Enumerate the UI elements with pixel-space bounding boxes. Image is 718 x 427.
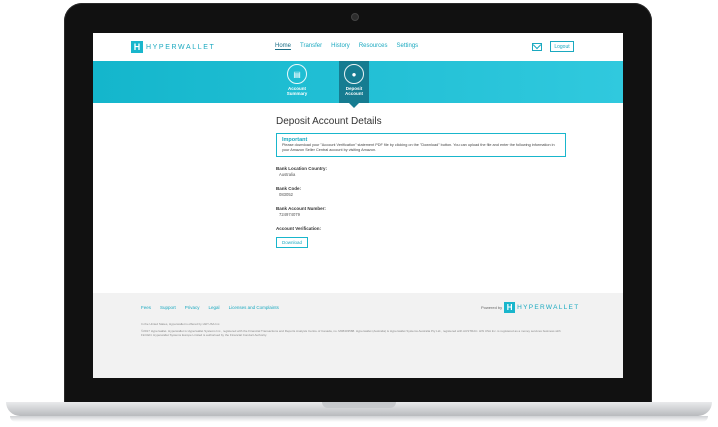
field-label: Bank Location Country:: [276, 166, 328, 171]
laptop-shadow: [10, 416, 708, 422]
notice-text: Please download your "Account Verificati…: [282, 143, 555, 152]
nav-history[interactable]: History: [331, 43, 350, 50]
powered-brand: HYPERWALLET: [517, 304, 580, 311]
footer-links: Fees Support Privacy Legal Licenses and …: [141, 305, 279, 310]
account-banner: ▤ Account Summary ● Deposit Account: [93, 61, 623, 108]
field-label: Account Verification:: [276, 226, 322, 231]
footer: Fees Support Privacy Legal Licenses and …: [93, 293, 623, 378]
download-button[interactable]: Download: [276, 237, 309, 248]
page-title: Deposit Account Details: [276, 116, 382, 127]
field-value: 083052: [279, 192, 293, 197]
header: H HYPERWALLET Home Transfer History Reso…: [93, 33, 623, 62]
footer-link-privacy[interactable]: Privacy: [185, 305, 200, 310]
brand-logo[interactable]: H HYPERWALLET: [131, 41, 215, 53]
camera-icon: [351, 13, 359, 21]
footer-link-licenses[interactable]: Licenses and Complaints: [229, 305, 279, 310]
nav-settings[interactable]: Settings: [397, 43, 419, 50]
footer-legal-note: In the United States, Hyperwallet is off…: [141, 322, 221, 326]
tab-deposit-account[interactable]: ● Deposit Account: [339, 61, 369, 108]
footer-link-support[interactable]: Support: [160, 305, 176, 310]
tab-account-summary[interactable]: ▤ Account Summary: [282, 61, 312, 103]
hyperwallet-logo-icon: H: [504, 302, 516, 313]
footer-legal-text: ©2017 Hyperwallet. Hyperwallet is Hyperw…: [141, 329, 561, 337]
powered-by: Powered by H HYPERWALLET: [481, 302, 579, 313]
footer-link-fees[interactable]: Fees: [141, 305, 151, 310]
nav-home[interactable]: Home: [275, 43, 292, 50]
field-value: Australia: [279, 172, 296, 177]
field-account-number: Bank Account Number: 724974079: [276, 206, 566, 217]
field-bank-code: Bank Code: 083052: [276, 186, 566, 197]
powered-label: Powered by: [481, 305, 503, 310]
field-label: Bank Code:: [276, 186, 302, 191]
field-bank-country: Bank Location Country: Australia: [276, 166, 566, 177]
hyperwallet-logo-icon: H: [131, 41, 143, 53]
laptop-notch: [322, 402, 396, 408]
tab-label: Deposit Account: [345, 86, 363, 96]
document-icon: ▤: [287, 64, 307, 84]
main-nav: Home Transfer History Resources Settings: [275, 43, 418, 50]
footer-link-legal[interactable]: Legal: [209, 305, 220, 310]
tab-label: Account Summary: [286, 86, 308, 96]
main-content: Deposit Account Details Important Please…: [276, 116, 566, 249]
field-label: Bank Account Number:: [276, 206, 326, 211]
screen: H HYPERWALLET Home Transfer History Reso…: [93, 33, 623, 378]
mail-icon[interactable]: [532, 43, 542, 51]
brand-name: HYPERWALLET: [146, 43, 216, 51]
nav-transfer[interactable]: Transfer: [300, 43, 322, 50]
logout-button[interactable]: Logout: [550, 41, 574, 52]
field-value: 724974079: [279, 212, 300, 217]
important-notice: Important Please download your "Account …: [276, 133, 566, 157]
bank-icon: ●: [344, 64, 364, 84]
field-account-verification: Account Verification: Download: [276, 226, 566, 249]
laptop-lid: H HYPERWALLET Home Transfer History Reso…: [64, 3, 652, 405]
nav-resources[interactable]: Resources: [359, 43, 388, 50]
